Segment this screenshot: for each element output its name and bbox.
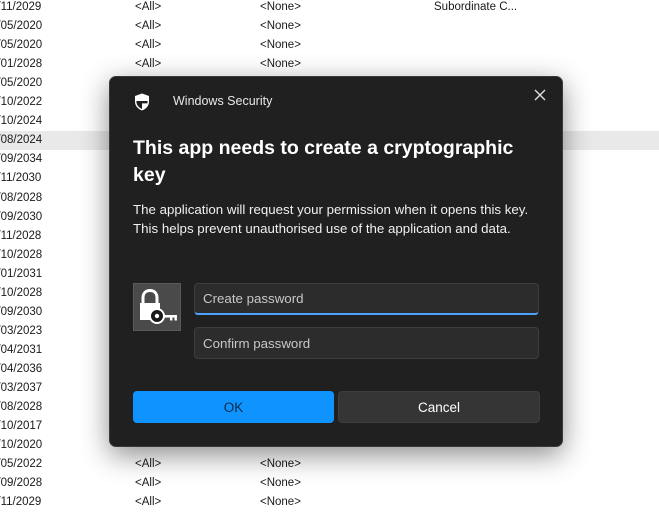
- list-cell: 5/11/2029: [0, 496, 42, 509]
- list-cell: 0/01/2028: [0, 58, 43, 71]
- close-icon: [534, 89, 546, 101]
- list-cell: <All>: [135, 58, 162, 71]
- ok-button-label: OK: [223, 399, 244, 415]
- list-cell: 3/09/2034: [0, 153, 43, 166]
- list-cell: <All>: [135, 496, 162, 509]
- list-item[interactable]: 0/09/2028 <All> <None>: [0, 474, 659, 493]
- close-button[interactable]: [528, 83, 552, 107]
- lock-key-icon: [140, 288, 177, 324]
- list-cell: <All>: [135, 477, 162, 490]
- list-cell: 2/10/2017: [0, 420, 43, 433]
- list-cell: 2/10/2028: [0, 248, 43, 261]
- list-cell: Subordinate C...: [434, 1, 518, 13]
- list-cell: 2/08/2024: [0, 134, 43, 147]
- cancel-button[interactable]: Cancel: [338, 391, 540, 423]
- list-item[interactable]: 8/05/2022 <All> <None>: [0, 455, 659, 474]
- dialog-description: The application will request your permis…: [133, 202, 529, 236]
- list-item[interactable]: 5/11/2029 <All> <None>: [0, 493, 659, 512]
- list-cell: 0/05/2020: [0, 77, 43, 90]
- list-cell: 3/09/2030: [0, 305, 43, 318]
- list-cell: <None>: [260, 477, 301, 490]
- list-cell: 8/03/2037: [0, 382, 43, 394]
- ok-button[interactable]: OK: [133, 391, 334, 423]
- list-cell: <None>: [260, 20, 301, 33]
- create-password-field[interactable]: [194, 283, 539, 315]
- shield-icon: [135, 93, 149, 111]
- list-cell: 7/01/2031: [0, 267, 43, 280]
- list-cell: 1/08/2028: [0, 191, 43, 204]
- list-cell: <None>: [260, 458, 301, 471]
- list-cell: 8/03/2023: [0, 324, 43, 337]
- list-cell: 4/10/2022: [0, 96, 43, 109]
- list-cell: 2/10/2028: [0, 286, 43, 299]
- list-cell: 8/05/2022: [0, 458, 43, 471]
- list-item[interactable]: 0/05/2020 <All> <None>: [0, 36, 659, 55]
- dialog-title: This app needs to create a cryptographic…: [133, 137, 514, 186]
- list-cell: 4/04/2031: [0, 343, 43, 356]
- windows-security-dialog: Windows Security This app needs to creat…: [109, 76, 563, 447]
- list-cell: 0/05/2020: [0, 39, 43, 52]
- app-name: Windows Security: [173, 94, 273, 108]
- list-cell: <None>: [260, 58, 301, 71]
- key-tile: [133, 283, 181, 331]
- list-cell: <All>: [135, 1, 162, 13]
- list-cell: 2/10/2020: [0, 439, 43, 452]
- list-cell: 5/11/2028: [0, 229, 42, 242]
- list-cell: <None>: [260, 496, 301, 509]
- list-cell: 0/09/2028: [0, 477, 43, 490]
- list-cell: 1/11/2030: [0, 172, 42, 185]
- list-cell: 4/09/2030: [0, 210, 43, 223]
- list-cell: 1/08/2028: [0, 401, 43, 414]
- list-cell: 9/11/2029: [0, 1, 42, 13]
- list-cell: <All>: [135, 20, 162, 33]
- cancel-button-label: Cancel: [417, 399, 461, 415]
- list-cell: 0/05/2020: [0, 20, 43, 33]
- list-item[interactable]: 0/01/2028 <All> <None>: [0, 55, 659, 74]
- list-item[interactable]: 0/05/2020 <All> <None>: [0, 17, 659, 36]
- list-cell: <All>: [135, 458, 162, 471]
- list-item[interactable]: 9/11/2029 <All> <None> Subordinate C...: [0, 0, 659, 17]
- list-cell: <None>: [260, 1, 301, 13]
- list-cell: 3/10/2024: [0, 115, 43, 128]
- confirm-password-field[interactable]: [194, 327, 539, 359]
- list-cell: 9/04/2036: [0, 362, 43, 375]
- list-cell: <None>: [260, 39, 301, 52]
- list-cell: <All>: [135, 39, 162, 52]
